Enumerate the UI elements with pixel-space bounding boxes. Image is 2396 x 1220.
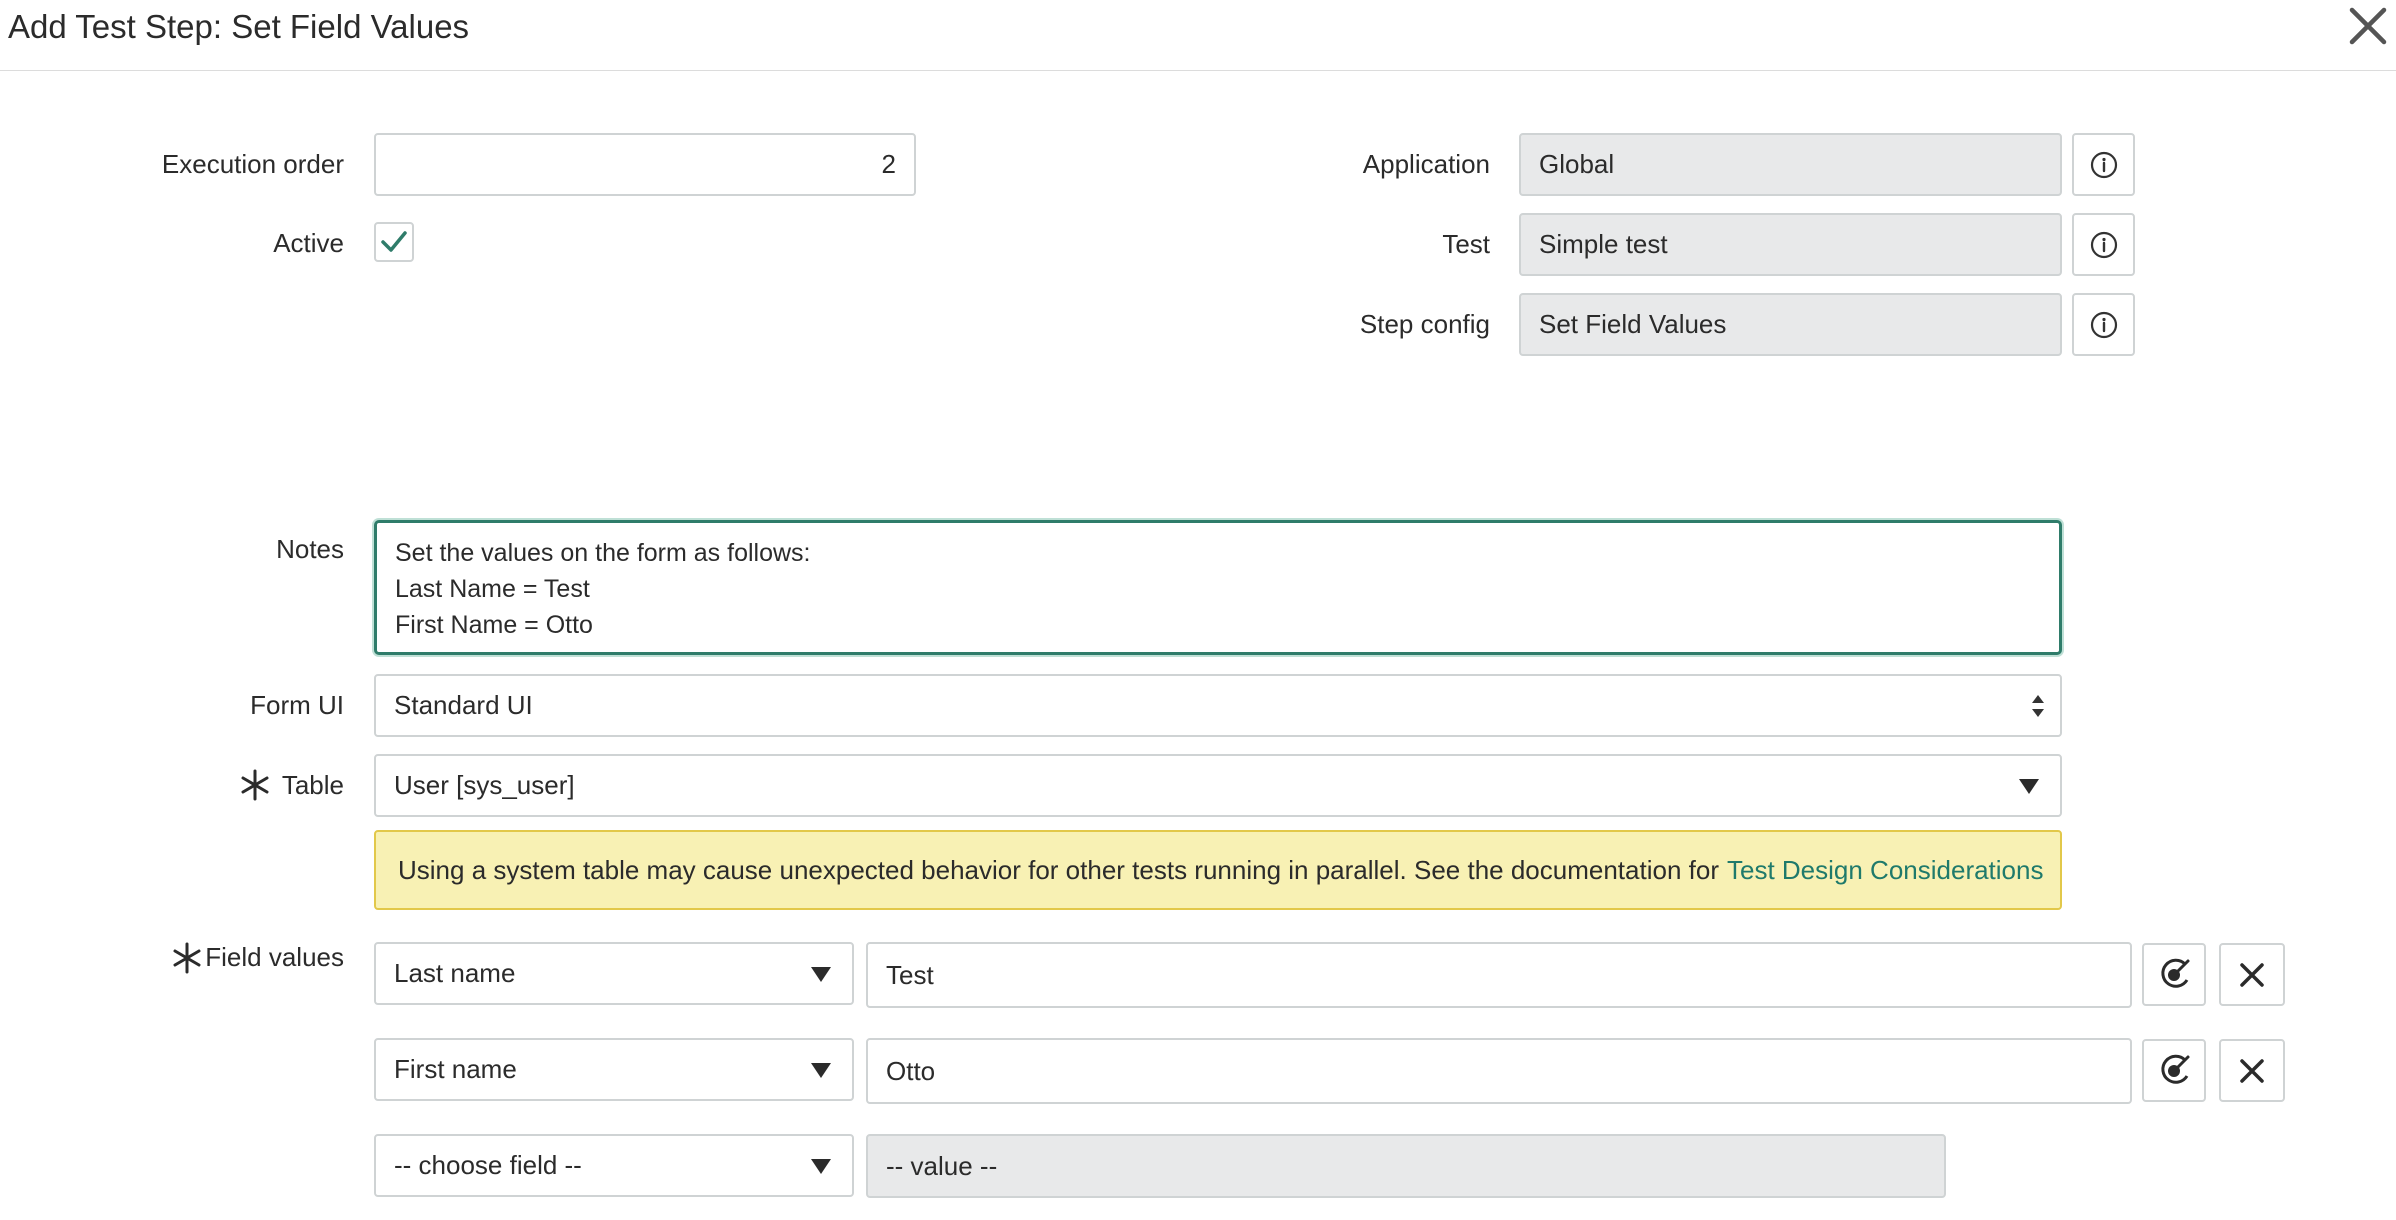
sort-arrows-icon [2032, 694, 2044, 717]
field-value-input[interactable]: Test [866, 942, 2132, 1008]
step-config-label: Step config [1359, 309, 1490, 339]
test-field: Simple test [1519, 213, 2062, 276]
field-select-value: Last name [394, 958, 516, 988]
field-value-input[interactable]: Otto [866, 1038, 2132, 1104]
system-table-warning: Using a system table may cause unexpecte… [374, 830, 2062, 910]
close-icon [2240, 1058, 2264, 1083]
test-design-considerations-link[interactable]: Test Design Considerations [1727, 855, 2044, 886]
test-info-button[interactable] [2072, 213, 2135, 276]
step-config-field: Set Field Values [1519, 293, 2062, 356]
chevron-down-icon [811, 1158, 831, 1174]
choose-field-select[interactable]: -- choose field -- [374, 1134, 854, 1197]
notes-textarea[interactable]: Set the values on the form as follows: L… [374, 520, 2062, 655]
header-divider [0, 70, 2396, 71]
field-select[interactable]: First name [374, 1038, 854, 1101]
remove-row-button[interactable] [2219, 943, 2285, 1006]
dynamic-value-button[interactable] [2142, 1039, 2206, 1102]
notes-line: First Name = Otto [395, 611, 593, 639]
field-values-label: Field values [205, 942, 344, 972]
test-label: Test [1442, 229, 1490, 259]
choose-field-placeholder: -- choose field -- [394, 1150, 582, 1180]
value-placeholder-field: -- value -- [866, 1134, 1946, 1198]
notes-label: Notes [276, 534, 344, 564]
table-select[interactable]: User [sys_user] [374, 754, 2062, 817]
test-value: Simple test [1539, 229, 1668, 259]
field-value-text: Otto [886, 1055, 936, 1086]
warning-text: Using a system table may cause unexpecte… [398, 854, 1719, 885]
dynamic-value-icon [2161, 958, 2190, 988]
info-icon [2090, 311, 2117, 338]
chevron-down-icon [811, 966, 831, 982]
dynamic-value-button[interactable] [2142, 943, 2206, 1006]
close-icon [2349, 7, 2387, 45]
form-ui-label: Form UI [250, 690, 344, 720]
dialog-title: Add Test Step: Set Field Values [8, 8, 470, 45]
table-label: Table [281, 770, 344, 800]
dynamic-value-icon [2161, 1054, 2190, 1084]
notes-line: Set the values on the form as follows: [395, 539, 811, 567]
field-select[interactable]: Last name [374, 942, 854, 1005]
chevron-down-icon [811, 1062, 831, 1078]
close-icon [2240, 962, 2264, 987]
execution-order-input[interactable]: 2 [374, 133, 916, 196]
step-config-value: Set Field Values [1539, 309, 1727, 339]
chevron-down-icon [2019, 778, 2039, 794]
form-ui-select[interactable]: Standard UI [374, 674, 2062, 737]
value-placeholder: -- value -- [886, 1150, 998, 1181]
form-ui-value: Standard UI [394, 690, 533, 720]
field-select-value: First name [394, 1054, 517, 1084]
application-value: Global [1539, 149, 1615, 179]
execution-order-label: Execution order [161, 149, 344, 179]
active-checkbox[interactable] [374, 222, 414, 262]
execution-order-value: 2 [881, 149, 896, 179]
notes-line: Last Name = Test [395, 575, 590, 603]
active-label: Active [273, 228, 344, 258]
application-label: Application [1362, 149, 1490, 179]
step-config-info-button[interactable] [2072, 293, 2135, 356]
application-field: Global [1519, 133, 2062, 196]
info-icon [2090, 231, 2117, 258]
info-icon [2090, 151, 2117, 178]
remove-row-button[interactable] [2219, 1039, 2285, 1102]
close-button[interactable] [2340, 0, 2396, 52]
check-icon [381, 231, 407, 252]
table-value: User [sys_user] [394, 770, 575, 800]
application-info-button[interactable] [2072, 133, 2135, 196]
field-value-text: Test [886, 959, 934, 990]
